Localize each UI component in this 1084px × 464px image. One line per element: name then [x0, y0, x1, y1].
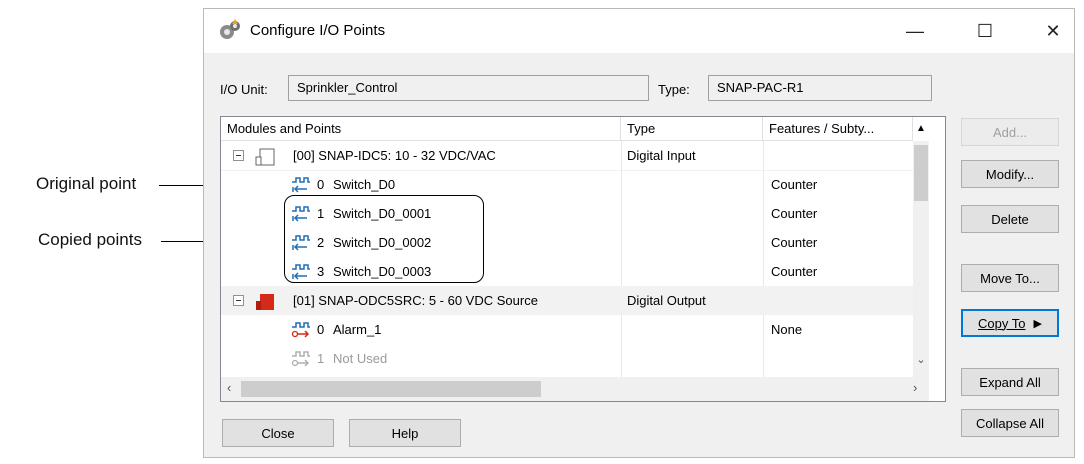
maximize-button[interactable]: ☐: [962, 9, 1008, 53]
input-module-icon: [255, 146, 277, 169]
vertical-scrollbar[interactable]: ⌄: [913, 141, 929, 377]
vertical-scroll-thumb[interactable]: [914, 145, 928, 201]
scroll-down-icon[interactable]: ⌄: [913, 353, 929, 373]
point-row[interactable]: 0 Alarm_1 None: [221, 315, 929, 344]
scroll-up-icon[interactable]: ▲: [913, 117, 929, 141]
modify-button[interactable]: Modify...: [961, 160, 1059, 188]
module-type: Digital Input: [627, 148, 696, 163]
close-window-button[interactable]: ✕: [1030, 9, 1076, 53]
point-name: Alarm_1: [333, 322, 382, 337]
gears-icon: [218, 19, 242, 44]
type-field: SNAP-PAC-R1: [708, 75, 932, 101]
copy-to-label: Copy To: [978, 315, 1026, 331]
submenu-arrow-icon: ▶: [1033, 317, 1042, 330]
column-header-modules[interactable]: Modules and Points: [221, 117, 621, 141]
close-button[interactable]: Close: [222, 419, 334, 447]
collapse-icon[interactable]: [233, 150, 244, 161]
module-row-01[interactable]: [01] SNAP-ODC5SRC: 5 - 60 VDC Source Dig…: [221, 286, 929, 315]
point-number: 1: [317, 351, 325, 366]
digital-output-point-icon: [291, 321, 311, 342]
module-row-00[interactable]: [00] SNAP-IDC5: 10 - 32 VDC/VAC Digital …: [221, 141, 929, 170]
horizontal-scrollbar[interactable]: ‹ ›: [221, 377, 929, 401]
module-type: Digital Output: [627, 293, 706, 308]
move-to-button[interactable]: Move To...: [961, 264, 1059, 292]
column-header-type[interactable]: Type: [621, 117, 763, 141]
collapse-all-button[interactable]: Collapse All: [961, 409, 1059, 437]
point-feature: None: [771, 322, 803, 337]
digital-input-point-icon: [291, 176, 311, 197]
io-unit-label: I/O Unit:: [220, 82, 268, 97]
point-feature: Counter: [771, 264, 818, 279]
title-bar[interactable]: Configure I/O Points — ☐ ✕: [204, 9, 1074, 53]
expand-all-button[interactable]: Expand All: [961, 368, 1059, 396]
point-row-unused[interactable]: 1 Not Used: [221, 344, 929, 373]
unused-point-icon: [291, 350, 311, 371]
point-name: Not Used: [333, 351, 388, 366]
collapse-icon[interactable]: [233, 295, 244, 306]
callout-copied-label: Copied points: [38, 230, 142, 249]
module-label: [01] SNAP-ODC5SRC: 5 - 60 VDC Source: [293, 293, 538, 308]
delete-button[interactable]: Delete: [961, 205, 1059, 233]
output-module-icon: [255, 291, 277, 314]
callout-original-label: Original point: [36, 174, 137, 193]
point-feature: Counter: [771, 235, 818, 250]
horizontal-scroll-thumb[interactable]: [241, 381, 541, 397]
help-button[interactable]: Help: [349, 419, 461, 447]
scroll-left-icon[interactable]: ‹: [227, 380, 231, 395]
point-feature: Counter: [771, 177, 818, 192]
column-header-features[interactable]: Features / Subty...: [763, 117, 913, 141]
io-unit-field: Sprinkler_Control: [288, 75, 649, 101]
point-feature: Counter: [771, 206, 818, 221]
scroll-right-icon[interactable]: ›: [913, 380, 917, 395]
copied-points-highlight: [284, 195, 484, 283]
minimize-button[interactable]: —: [892, 9, 938, 53]
module-label: [00] SNAP-IDC5: 10 - 32 VDC/VAC: [293, 148, 496, 163]
type-label: Type:: [658, 82, 690, 97]
point-number: 0: [317, 322, 325, 337]
add-button[interactable]: Add...: [961, 118, 1059, 146]
window-title: Configure I/O Points: [250, 22, 386, 39]
copy-to-button[interactable]: Copy To ▶: [961, 309, 1059, 337]
